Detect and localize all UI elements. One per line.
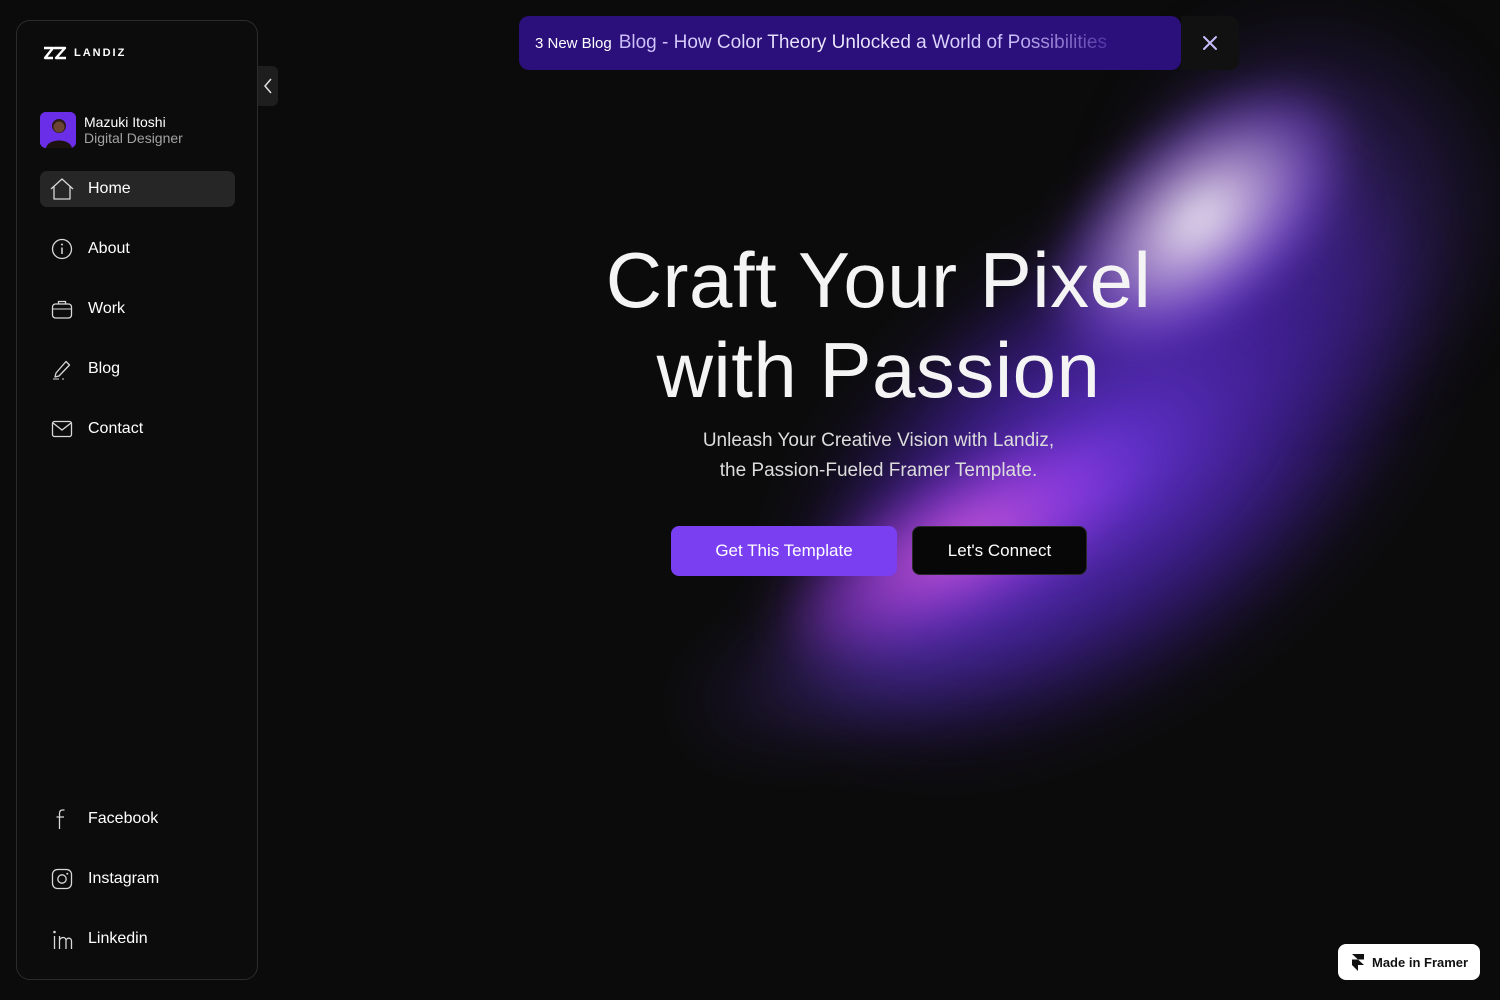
lets-connect-button[interactable]: Let's Connect bbox=[912, 526, 1087, 575]
social-label-linkedin: Linkedin bbox=[88, 930, 148, 947]
pen-icon bbox=[50, 357, 74, 381]
nav-item-work[interactable]: Work bbox=[40, 291, 235, 327]
nav-label-about: About bbox=[88, 240, 130, 257]
social-links: Facebook Instagram Linkedin bbox=[40, 801, 235, 981]
nav-label-home: Home bbox=[88, 180, 131, 197]
hero-title-line2: with Passion bbox=[656, 326, 1101, 414]
banner-close-button[interactable] bbox=[1181, 16, 1239, 70]
chevron-left-icon bbox=[264, 78, 272, 94]
nav-item-blog[interactable]: Blog bbox=[40, 351, 235, 387]
hero-subtitle-line1: Unleash Your Creative Vision with Landiz… bbox=[702, 430, 1055, 451]
get-template-button[interactable]: Get This Template bbox=[671, 526, 897, 576]
hero-title-line1: Craft Your Pixel bbox=[605, 236, 1152, 324]
social-label-instagram: Instagram bbox=[88, 870, 160, 887]
nav-label-blog: Blog bbox=[88, 360, 121, 377]
banner-tag: 3 New Blog bbox=[535, 34, 612, 52]
made-in-framer-badge[interactable]: Made in Framer bbox=[1338, 944, 1480, 980]
mail-icon bbox=[50, 417, 74, 441]
main-nav: Home About Work Blog Contact bbox=[40, 171, 235, 471]
info-icon bbox=[50, 237, 74, 261]
hero-subtitle-line2: the Passion-Fueled Framer Template. bbox=[719, 460, 1038, 481]
nav-item-about[interactable]: About bbox=[40, 231, 235, 267]
briefcase-icon bbox=[50, 297, 74, 321]
linkedin-icon bbox=[50, 927, 74, 951]
logo[interactable]: LANDIZ bbox=[40, 46, 126, 60]
nav-label-work: Work bbox=[88, 300, 126, 317]
nav-label-contact: Contact bbox=[88, 420, 144, 437]
social-item-instagram[interactable]: Instagram bbox=[40, 861, 235, 897]
profile-name: Mazuki Itoshi bbox=[84, 114, 166, 130]
social-label-facebook: Facebook bbox=[88, 810, 159, 827]
social-item-facebook[interactable]: Facebook bbox=[40, 801, 235, 837]
sidebar: LANDIZ Mazuki Itoshi Digital Designer Ho… bbox=[16, 20, 258, 980]
sidebar-collapse-button[interactable] bbox=[258, 66, 278, 106]
banner-text[interactable]: Blog - How Color Theory Unlocked a World… bbox=[619, 32, 1107, 54]
social-item-linkedin[interactable]: Linkedin bbox=[40, 921, 235, 957]
profile-role: Digital Designer bbox=[84, 130, 183, 146]
framer-icon bbox=[1352, 953, 1364, 971]
logo-mark-icon bbox=[43, 46, 67, 60]
facebook-icon bbox=[50, 807, 74, 831]
announcement-banner[interactable]: 3 New Blog Blog - How Color Theory Unloc… bbox=[519, 16, 1181, 70]
avatar bbox=[40, 112, 76, 148]
close-icon bbox=[1203, 36, 1217, 50]
logo-text: LANDIZ bbox=[74, 47, 127, 59]
profile: Mazuki Itoshi Digital Designer bbox=[40, 112, 183, 148]
hero-title: Craft Your Pixel with Passion bbox=[500, 235, 1257, 415]
home-icon bbox=[50, 177, 74, 201]
hero-subtitle: Unleash Your Creative Vision with Landiz… bbox=[600, 426, 1157, 486]
made-in-framer-label: Made in Framer bbox=[1372, 954, 1469, 970]
nav-item-contact[interactable]: Contact bbox=[40, 411, 235, 447]
instagram-icon bbox=[50, 867, 74, 891]
nav-item-home[interactable]: Home bbox=[40, 171, 235, 207]
page: LANDIZ Mazuki Itoshi Digital Designer Ho… bbox=[0, 0, 1500, 1000]
